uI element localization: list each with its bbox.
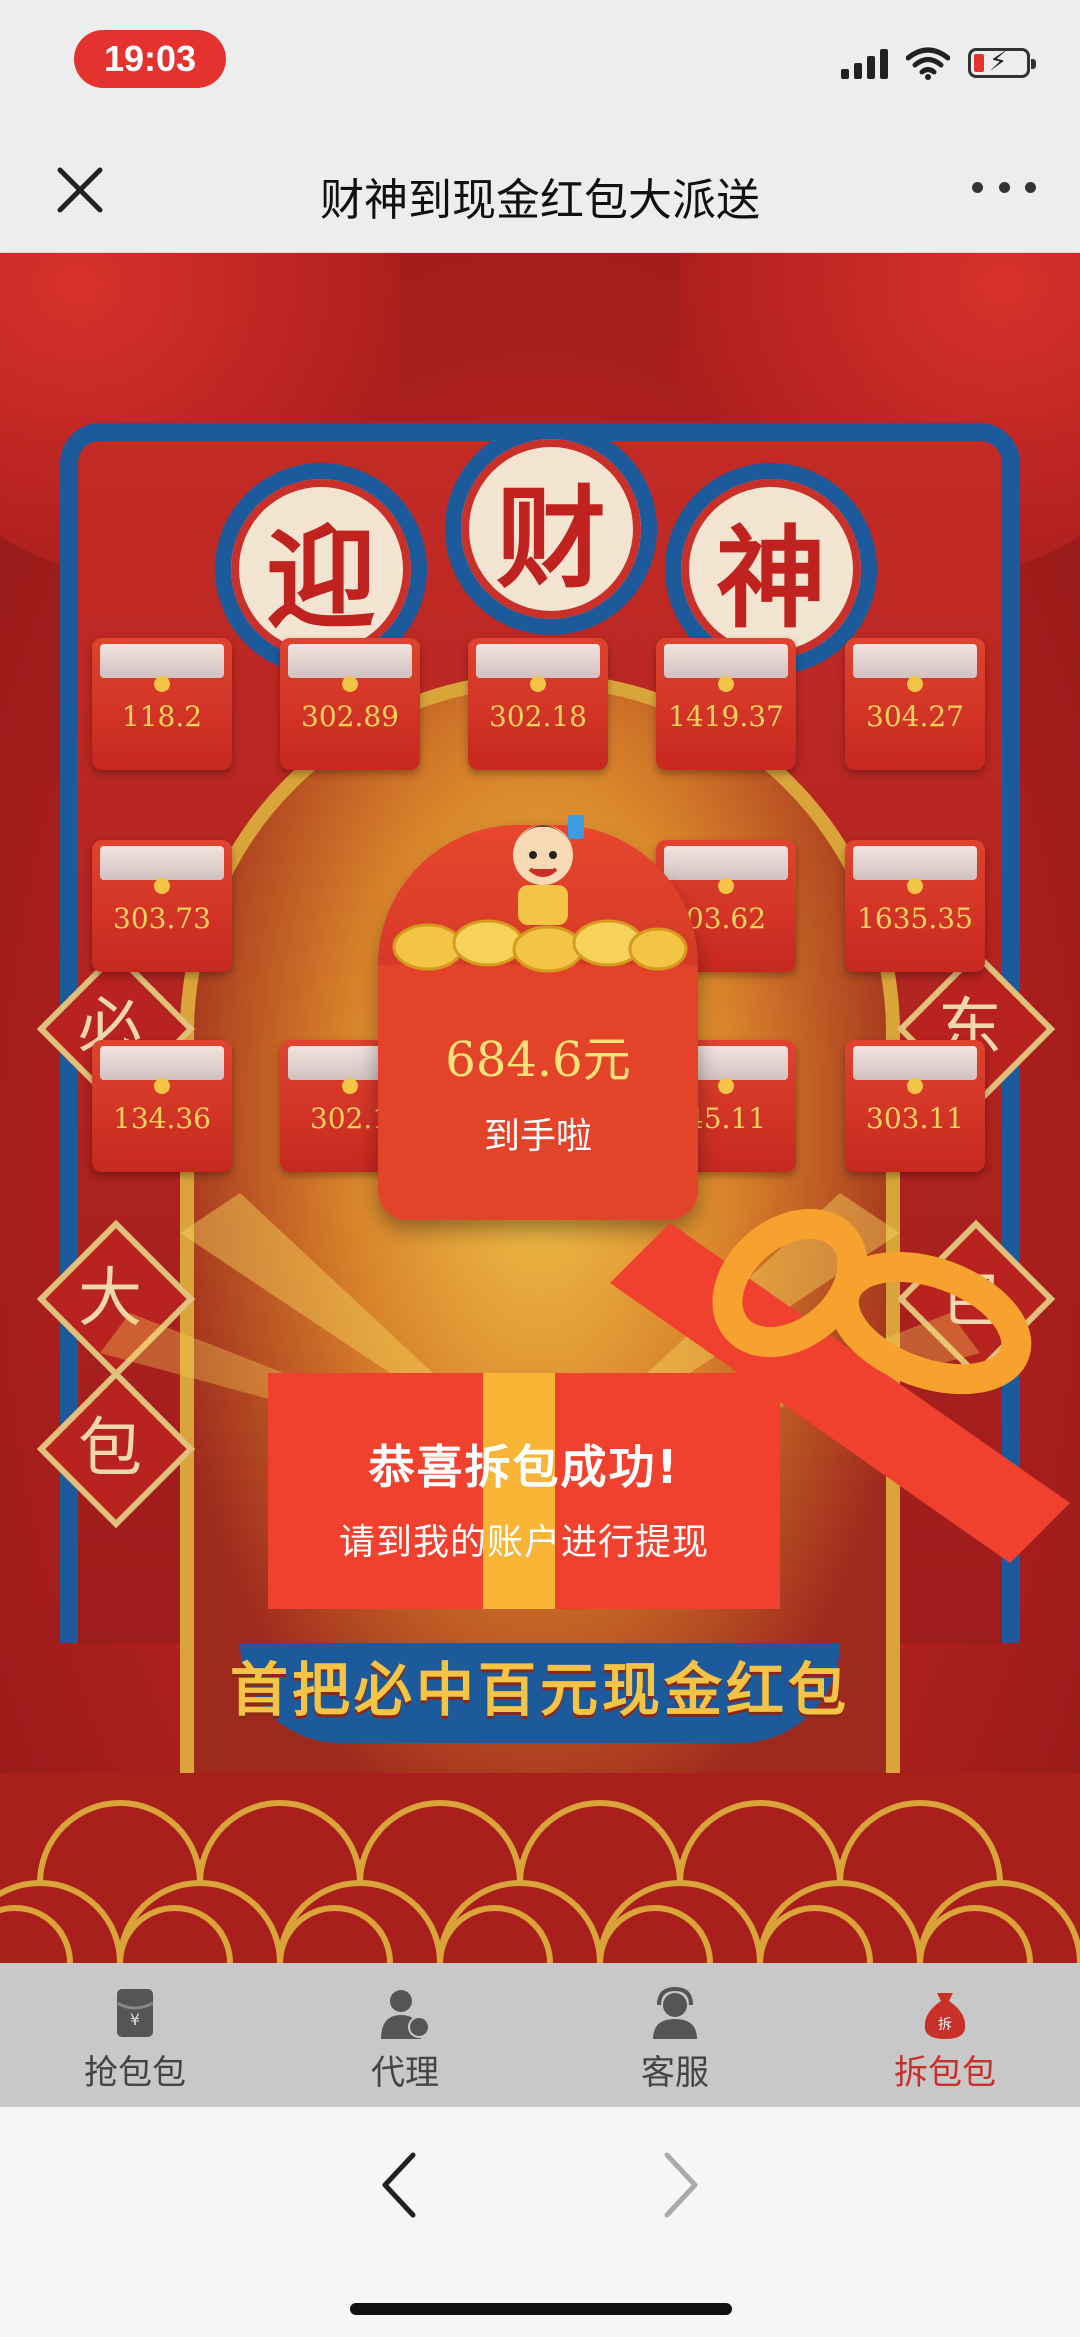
red-envelope-icon: ¥ [116,1989,154,2037]
header-char-2: 财 [445,423,657,635]
mascot-icon [513,815,584,925]
browser-nav-bar [0,2107,1080,2337]
svg-text:¥: ¥ [130,2010,140,2029]
envelope[interactable]: 118.2 [92,638,232,770]
wave-pattern [0,1773,1080,1963]
gift-bow-icon [610,1208,1070,1563]
status-time: 19:03 [74,30,226,88]
envelope[interactable]: 303.73 [92,840,232,972]
prize-label: 到手啦 [483,1116,592,1157]
envelope[interactable]: 1419.37 [656,638,796,770]
tab-label: 拆包包 [894,2053,996,2093]
bottom-tab-bar: ¥ 抢包包 代理 客服 拆 拆包包 [0,1963,1080,2107]
svg-text:拆: 拆 [938,2017,952,2033]
more-icon[interactable] [972,172,1036,202]
envelope-amount: 304.27 [866,700,964,733]
slogan-text: 首把必中百元现金红包 [229,1656,850,1724]
envelope-amount: 1635.35 [857,902,973,935]
agent-user-icon [381,1990,430,2039]
tab-open-envelope[interactable]: 拆 拆包包 [810,1963,1080,2107]
wifi-icon [906,47,950,80]
envelope-amount: 303.73 [113,902,211,935]
envelope-amount: 134.36 [113,1102,211,1135]
tab-label: 客服 [641,2053,709,2093]
envelope-amount: 302.18 [489,700,587,733]
envelope[interactable]: 1635.35 [845,840,985,972]
money-bag-icon: 拆 [924,1993,966,2039]
prize-popup: 684.6元 到手啦 [378,815,698,1220]
status-icons: ⚡ [841,46,1036,80]
battery-charging-icon: ⚡ [968,47,1036,78]
tab-label: 代理 [371,2053,439,2093]
customer-service-icon [653,1986,697,2039]
prize-amount: 684.6元 [445,1032,631,1088]
promo-banner: 迎 财 神 必 大 包 东 包 118.2 302.89 302.18 1419… [0,253,1080,1963]
tab-agent[interactable]: 代理 [270,1963,540,2107]
tab-customer-service[interactable]: 客服 [540,1963,810,2107]
forward-arrow-icon[interactable] [655,2145,705,2225]
tab-label: 抢包包 [84,2053,186,2093]
envelope[interactable]: 304.27 [845,638,985,770]
back-arrow-icon[interactable] [375,2145,425,2225]
envelope-amount: 302.89 [301,700,399,733]
envelope[interactable]: 302.18 [468,638,608,770]
envelope-amount: 303.11 [866,1102,964,1135]
status-bar: 19:03 ⚡ [0,0,1080,130]
signal-icon [841,47,888,79]
tab-grab-envelope[interactable]: ¥ 抢包包 [0,1963,270,2107]
home-indicator [350,2303,732,2315]
envelope-amount: 1419.37 [668,700,784,733]
envelope-amount: 118.2 [121,700,203,733]
nav-bar: 财神到现金红包大派送 [0,130,1080,253]
page-title: 财神到现金红包大派送 [320,175,760,226]
envelope[interactable]: 302.89 [280,638,420,770]
